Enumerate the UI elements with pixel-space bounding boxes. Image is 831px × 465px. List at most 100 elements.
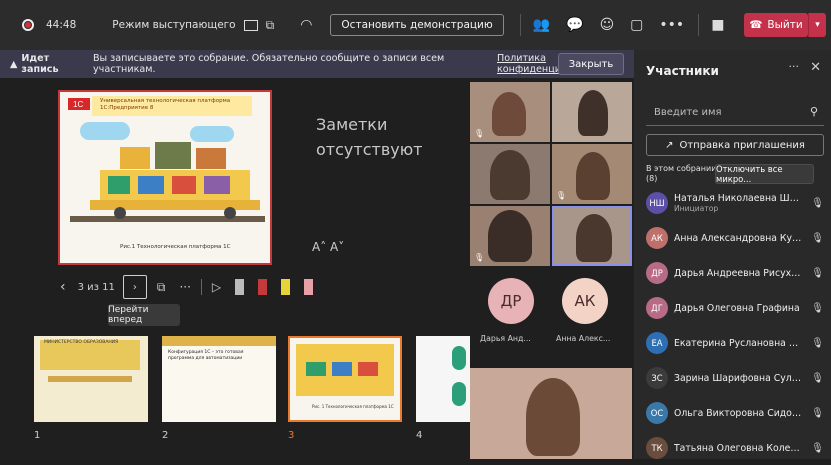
slide-controls: ‹ 3 из 11 › ⧉ ··· ▷ xyxy=(60,274,314,300)
mute-all-button[interactable]: Отключить все микро... xyxy=(715,164,814,184)
mic-muted-icon[interactable]: 🎙 xyxy=(811,303,824,314)
participant-name: Наталья Николаевна Шабан...Инициатор xyxy=(674,193,802,213)
participant-row[interactable]: ТК Татьяна Олеговна Колеганова 🎙 xyxy=(646,431,830,465)
avatar: ТК xyxy=(646,437,668,459)
video-person xyxy=(526,378,580,456)
mic-muted-icon[interactable]: 🎙 xyxy=(811,233,824,244)
participant-row[interactable]: ОС Ольга Викторовна Сидоренко 🎙 xyxy=(646,396,830,430)
share-icon: ↗ xyxy=(665,139,674,151)
avatar[interactable]: АК xyxy=(562,278,608,324)
panel-more-icon[interactable]: ··· xyxy=(789,60,800,73)
eraser-icon[interactable] xyxy=(235,279,245,295)
reactions-icon[interactable]: ☺ xyxy=(600,17,615,33)
thumb-band xyxy=(48,376,132,382)
screen-share-layout-icon[interactable]: ⧉ xyxy=(266,18,275,33)
close-banner-button[interactable]: Закрыть xyxy=(558,53,624,75)
participant-name: Анна Александровна Кусая xyxy=(674,232,802,244)
avatar: ЗС xyxy=(646,367,668,389)
participant-row[interactable]: ЕА Екатерина Руслановна Абро... 🎙 xyxy=(646,326,830,360)
highlighter-icon[interactable] xyxy=(281,279,291,295)
video-person xyxy=(492,92,526,136)
previous-slide-icon[interactable]: ‹ xyxy=(60,279,66,295)
take-control-icon[interactable]: ◠ xyxy=(300,17,312,33)
participant-row[interactable]: НШ Наталья Николаевна Шабан...Инициатор 🎙 xyxy=(646,186,830,220)
next-slide-button[interactable]: › xyxy=(122,275,147,299)
slide-thumbnail-3[interactable]: Рис. 1 Технологическая платформа 1С xyxy=(288,336,402,422)
participant-row[interactable]: ДР Дарья Андреевна Рисухина 🎙 xyxy=(646,256,830,290)
send-invite-button[interactable]: ↗ Отправка приглашения xyxy=(646,134,824,156)
participant-row[interactable]: ЗС Зарина Шарифовна Сулейм... 🎙 xyxy=(646,361,830,395)
chat-icon[interactable]: 💬 xyxy=(566,17,583,33)
participant-video-speaking[interactable] xyxy=(552,206,632,266)
search-input[interactable]: Введите имя ⚲ xyxy=(646,100,824,126)
notes-font-size-buttons[interactable]: A˄ A˅ xyxy=(312,240,344,254)
mic-muted-icon[interactable]: 🎙 xyxy=(811,443,824,454)
slide-thumbnails: МИНИСТЕРСТВО ОБРАЗОВАНИЯ Конфигурация 1С… xyxy=(30,336,470,446)
notes-line: отсутствуют xyxy=(316,140,423,159)
more-icon[interactable]: ••• xyxy=(659,17,684,33)
mic-muted-icon: 🎙 xyxy=(474,129,485,138)
participant-row[interactable]: ДГ Дарья Олеговна Графина 🎙 xyxy=(646,291,830,325)
stop-presenting-button[interactable]: Остановить демонстрацию xyxy=(330,14,504,36)
leave-label: Выйти xyxy=(767,19,803,31)
mic-muted-icon[interactable]: 🎙 xyxy=(811,268,824,279)
meeting-timer: 44:48 xyxy=(46,19,77,31)
rooms-icon[interactable]: ▢ xyxy=(630,17,643,33)
participant-name: Дарья Андреевна Рисухина xyxy=(674,267,802,279)
thumbnail-number: 2 xyxy=(162,430,169,441)
banner-title: Идет запись xyxy=(21,53,59,75)
participant-video[interactable]: 🎙 xyxy=(470,82,550,142)
in-meeting-count: (8) xyxy=(646,174,658,183)
slide-title: Универсальная технологическая платформа … xyxy=(100,98,231,111)
mic-muted-icon[interactable]: 🎙 xyxy=(811,338,824,349)
participant-row[interactable]: АК Анна Александровна Кусая 🎙 xyxy=(646,221,830,255)
thumb-box xyxy=(358,362,378,376)
in-meeting-header[interactable]: В этом собрании (8) xyxy=(646,164,716,184)
toolbar-divider xyxy=(519,14,521,36)
leave-dropdown-icon[interactable]: ▾ xyxy=(808,13,826,37)
mic-muted-icon[interactable]: 🎙 xyxy=(811,198,824,209)
slide-thumbnail-2[interactable]: Конфигурация 1С – это готовая программа … xyxy=(162,336,276,422)
avatar: ДГ xyxy=(646,297,668,319)
panel-title: Участники xyxy=(646,64,719,78)
svg-text:1С: 1С xyxy=(73,100,83,109)
slide-caption: Рис.1 Технологическая платформа 1С xyxy=(120,244,231,250)
participant-video[interactable] xyxy=(552,82,632,142)
thumb-shape xyxy=(452,382,466,406)
slide-thumbnail-4[interactable] xyxy=(416,336,470,422)
avatar[interactable]: ДР xyxy=(488,278,534,324)
in-meeting-label: В этом собрании xyxy=(646,164,717,173)
presenter-stage: 1С Универсальная технологическая платфор… xyxy=(0,78,470,459)
participants-icon[interactable]: 👥 xyxy=(533,17,550,33)
participant-video[interactable]: 🎙 xyxy=(552,144,632,204)
presenter-mode-label[interactable]: Режим выступающего xyxy=(112,19,235,31)
self-video[interactable] xyxy=(470,368,632,459)
more-options-icon[interactable]: ··· xyxy=(179,280,190,294)
presenter-layout-icon[interactable] xyxy=(243,19,258,31)
pink-pen-icon[interactable] xyxy=(304,279,314,295)
leave-button[interactable]: ☎ Выйти xyxy=(744,13,808,37)
banner-text: Вы записываете это собрание. Обязательно… xyxy=(92,53,445,75)
recording-icon xyxy=(22,19,34,31)
participant-name: Зарина Шарифовна Сулейм... xyxy=(674,372,802,384)
warning-icon: ▲ xyxy=(10,58,18,70)
mic-muted-icon[interactable]: 🎙 xyxy=(811,408,824,419)
pointer-icon[interactable]: ▷ xyxy=(212,280,221,294)
participant-video[interactable] xyxy=(470,144,550,204)
close-icon[interactable]: ✕ xyxy=(810,60,821,75)
current-slide: 1С Универсальная технологическая платфор… xyxy=(58,90,272,265)
search-icon: ⚲ xyxy=(809,105,818,118)
thumb-box xyxy=(332,362,352,376)
participant-name: Дарья Олеговна Графина xyxy=(674,302,800,314)
red-pen-icon[interactable] xyxy=(258,279,268,295)
phone-icon: ☎ xyxy=(749,19,763,31)
avatar: ОС xyxy=(646,402,668,424)
thumb-text: Конфигурация 1С – это готовая программа … xyxy=(168,350,244,361)
recording-banner: ▲ Идет запись Вы записываете это собрани… xyxy=(0,50,634,78)
slide-illustration: 1С xyxy=(60,92,270,263)
slide-thumbnail-1[interactable]: МИНИСТЕРСТВО ОБРАЗОВАНИЯ xyxy=(34,336,148,422)
grid-view-icon[interactable]: ⧉ xyxy=(157,280,166,295)
mic-muted-icon[interactable]: 🎙 xyxy=(811,373,824,384)
camera-icon[interactable]: ■ xyxy=(711,17,724,33)
participant-video[interactable]: 🎙 xyxy=(470,206,550,266)
